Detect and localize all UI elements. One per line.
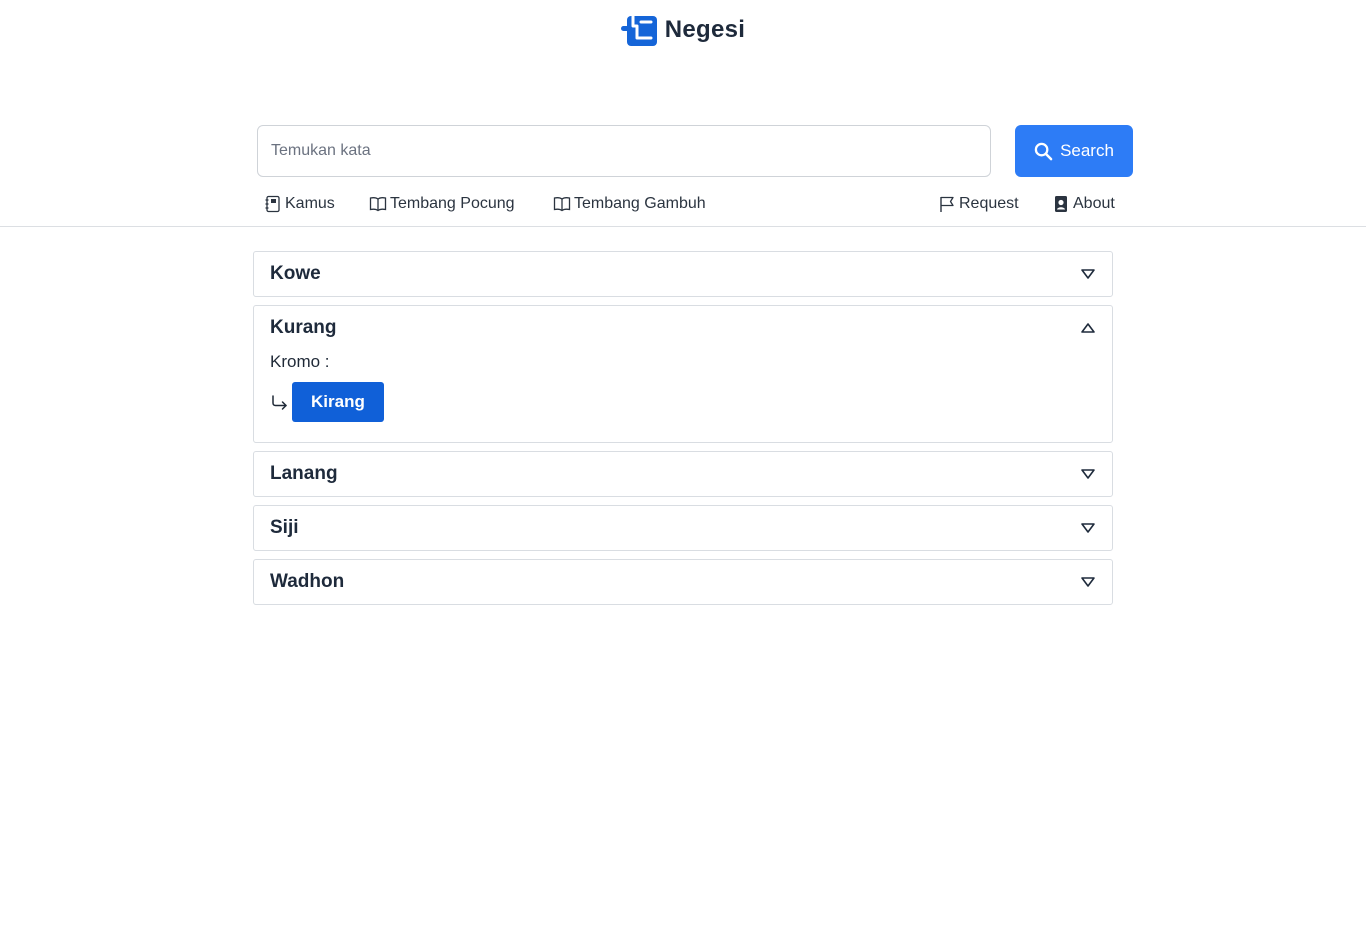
header-divider (0, 226, 1366, 227)
nav-tembang-gambuh[interactable]: Tembang Gambuh (553, 190, 706, 218)
chevron-up-icon (1081, 323, 1095, 333)
chevron-down-icon (1081, 269, 1095, 279)
accordion-header-siji[interactable]: Siji (254, 506, 1112, 550)
search-button[interactable]: Search (1015, 125, 1133, 177)
accordion-title: Siji (270, 517, 299, 538)
nav-kamus[interactable]: Kamus (264, 190, 335, 218)
nav-request[interactable]: Request (938, 190, 1019, 218)
book-open-icon (369, 197, 387, 212)
accordion-title: Kurang (270, 317, 337, 338)
accordion-item-kowe: Kowe (253, 251, 1113, 297)
nav-tembang-pocung-label: Tembang Pocung (390, 195, 515, 212)
search-bar: Search (257, 125, 1133, 177)
accordion-item-kurang: Kurang Kromo : Kirang (253, 305, 1113, 443)
brand-name: Negesi (664, 16, 746, 43)
accordion-header-lanang[interactable]: Lanang (254, 452, 1112, 496)
nav-tembang-pocung[interactable]: Tembang Pocung (369, 190, 515, 218)
person-badge-icon (1055, 196, 1067, 212)
brand[interactable]: Negesi (0, 12, 1366, 48)
book-open-icon (553, 197, 571, 212)
accordion-item-wadhon: Wadhon (253, 559, 1113, 605)
kromo-label: Kromo : (270, 352, 330, 371)
nav-about[interactable]: About (1052, 190, 1115, 218)
nav-kamus-label: Kamus (285, 195, 335, 212)
search-icon (1034, 142, 1053, 160)
chevron-down-icon (1081, 577, 1095, 587)
search-input[interactable] (257, 125, 991, 177)
accordion-header-wadhon[interactable]: Wadhon (254, 560, 1112, 604)
word-accordion: Kowe Kurang Kromo : Kirang Lanang Siji W… (253, 251, 1113, 613)
nav-tembang-gambuh-label: Tembang Gambuh (574, 195, 706, 212)
kromo-row: Kirang (270, 382, 1096, 422)
accordion-header-kurang[interactable]: Kurang (254, 306, 1112, 350)
nav-about-label: About (1073, 195, 1115, 212)
accordion-item-lanang: Lanang (253, 451, 1113, 497)
accordion-title: Lanang (270, 463, 338, 484)
accordion-item-siji: Siji (253, 505, 1113, 551)
kromo-word-button[interactable]: Kirang (292, 382, 384, 422)
accordion-header-kowe[interactable]: Kowe (254, 252, 1112, 296)
notebook-icon (265, 195, 280, 213)
chevron-down-icon (1081, 469, 1095, 479)
negesi-logo-icon (620, 14, 657, 46)
search-button-label: Search (1060, 141, 1114, 160)
accordion-title: Wadhon (270, 571, 345, 592)
accordion-body-kurang: Kromo : Kirang (254, 350, 1112, 442)
nav-bar: Kamus Tembang Pocung Tembang Gambuh Requ… (257, 190, 1133, 218)
chevron-down-icon (1081, 523, 1095, 533)
arrow-return-right-icon (272, 395, 287, 410)
flag-icon (940, 196, 954, 212)
nav-request-label: Request (959, 195, 1019, 212)
accordion-title: Kowe (270, 263, 321, 284)
